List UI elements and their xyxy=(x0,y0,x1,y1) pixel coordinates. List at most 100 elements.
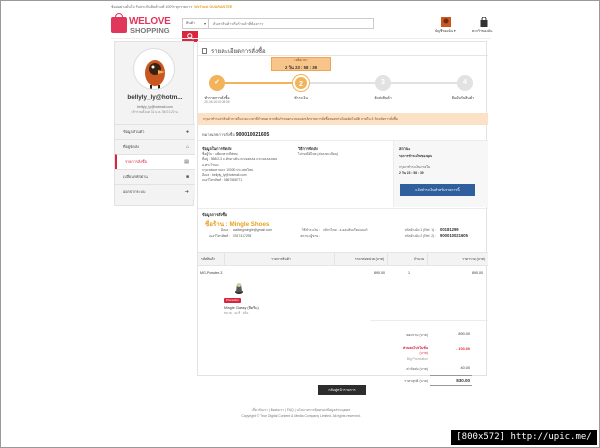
top-bar-text: ช้อปอย่างมั่นใจ รับประกันสินค้าแท้ 100% … xyxy=(111,5,193,9)
col-header-sku: รหัสสินค้า xyxy=(198,252,225,266)
sidebar-item-address[interactable]: ที่อยู่จัดส่ง ⌂ xyxy=(115,139,195,154)
timer-label: เหลือเวลา xyxy=(294,58,308,62)
footer-links[interactable]: เกี่ยวกับเรา | ติดต่อเรา | FAQ | นโยบายก… xyxy=(111,408,491,413)
notify-payment-button[interactable]: แจ้งชำระเงินสำหรับรายการนี้ xyxy=(400,184,475,196)
sidebar-item-label: เปลี่ยนรหัสผ่าน xyxy=(123,175,148,179)
sidebar-menu: ข้อมูลส่วนตัว ● ที่อยู่จัดส่ง ⌂ รายการสั… xyxy=(115,124,195,199)
cart-label[interactable]: ตะกร้าของฉัน xyxy=(472,29,492,34)
item-qty: 1 xyxy=(408,271,410,275)
search-input[interactable] xyxy=(213,19,371,28)
product-thumbnail[interactable] xyxy=(234,281,244,295)
user-name: bellyly_ly@hotm... xyxy=(127,94,183,101)
guarantee-badge[interactable]: WeTrust GUARANTEE xyxy=(194,5,232,9)
sidebar-item-profile[interactable]: ข้อมูลส่วนตัว ● xyxy=(115,124,195,139)
payment-status-box: สถานะ รอการชำระเงินของคุณ กรุณาชำระเงินภ… xyxy=(393,141,488,207)
image-host-watermark: [800x572] http://upic.me/ xyxy=(451,430,597,445)
user-icon: ● xyxy=(185,129,189,135)
status-text: รอการชำระเงินของคุณ xyxy=(399,154,433,158)
cart-icon[interactable] xyxy=(479,16,489,27)
total-top-rule xyxy=(430,375,472,376)
col-header-unit-price: ราคาต่อหน่วย (บาท) xyxy=(335,252,388,266)
col-header-total: ราคารวม (บาท) xyxy=(428,252,488,266)
user-avatar-icon xyxy=(441,17,451,27)
countdown-timer: เหลือเวลา 2 วัน 23 : 58 : 39 xyxy=(271,57,331,71)
order-number-value: 900010021605 xyxy=(235,132,270,138)
step-4-circle: 4 xyxy=(457,75,473,91)
deadline-label: กรุณาชำระเงินภายใน xyxy=(399,165,431,169)
top-bar: ช้อปอย่างมั่นใจ รับประกันสินค้าแท้ 100% … xyxy=(111,4,501,12)
sidebar-item-label: ออกจากระบบ xyxy=(123,190,146,194)
order-number: หมายเลขการสั่งซื้อ 900010021605 xyxy=(202,132,270,138)
ref1-value: 00181299 xyxy=(440,227,459,232)
shipping-method: ไปรษณีย์ไทย (ส่งลงทะเบียน) xyxy=(298,152,339,156)
pay-method: กสิกรไทย - ธ.ออมสินเรียบแบงก์ xyxy=(323,228,368,232)
order-detail-panel: รายละเอียดการสั่งซื้อ เหลือเวลา 2 วัน 23… xyxy=(197,41,488,386)
item-total: 890.00 xyxy=(472,271,483,275)
step-1-date: 20-06-2015 08:08 xyxy=(204,100,230,104)
shopping-bag-icon xyxy=(111,13,127,33)
step-3-circle: 3 xyxy=(375,75,391,91)
back-to-orders-button[interactable]: กลับสู่หน้ารายการ xyxy=(318,385,366,395)
divider xyxy=(370,320,488,321)
discount-unit: (บาท) xyxy=(419,351,428,355)
item-option: ขนาด : 42 สี : ครีม xyxy=(224,311,249,315)
seller-email: walkingmingle@gmail.com xyxy=(233,228,273,232)
shipping-fee-value: 40.00 xyxy=(460,366,470,370)
col-header-qty: จำนวน xyxy=(388,252,428,266)
step-2-label: ชำระเงิน xyxy=(294,96,308,100)
step-4-label: ยืนยันรับสินค้า xyxy=(451,96,475,100)
sidebar-item-logout[interactable]: ออกจากระบบ ➜ xyxy=(115,184,195,199)
page-frame: ช้อปอย่างมั่นใจ รับประกันสินค้าแท้ 100% … xyxy=(0,0,600,448)
sidebar-item-password[interactable]: เปลี่ยนรหัสผ่าน ■ xyxy=(115,169,195,184)
progress-track xyxy=(217,82,467,84)
search-bar: สินค้า xyxy=(182,18,374,29)
seller-email-label: อีเมล : xyxy=(220,228,230,232)
site-logo[interactable]: WELOVE SHOPPING xyxy=(109,13,173,37)
ref2-label: รหัสอ้างอิง 2 (Ref. 2) : xyxy=(404,234,436,238)
seller-phone: 0917417295 xyxy=(233,234,252,238)
bird-avatar-icon xyxy=(145,60,165,89)
payment-notice: กรุณาชำระค่าสินค้าภายในระยะเวลาที่กำหนด … xyxy=(198,113,488,125)
divider xyxy=(198,208,488,209)
progress-fill xyxy=(217,82,301,84)
shipping-fee-label: ค่าจัดส่ง (บาท) xyxy=(406,367,428,371)
grand-total-label: ราคาสุทธิ (บาท) xyxy=(404,379,428,383)
document-icon xyxy=(202,48,207,54)
item-unit-price: 890.00 xyxy=(374,271,385,275)
subtotal-value: 890.00 xyxy=(458,332,470,336)
cart-icon: ▤ xyxy=(184,159,189,165)
timer-value: 2 วัน 23 : 58 : 39 xyxy=(284,65,318,70)
item-sku: MG-Powder-3 xyxy=(200,271,223,275)
sidebar-item-label: รายการสั่งซื้อ xyxy=(125,160,147,164)
profile-avatar[interactable] xyxy=(133,48,175,90)
account-menu[interactable]: บัญชีของฉัน ▾ xyxy=(435,29,456,34)
shipping-info-body: ชื่อผู้รับ : แพ้ยกพวกลีฟพบ ที่อยู่ : 568… xyxy=(202,152,278,183)
deadline-value: 2 วัน 23 : 58 : 39 xyxy=(399,171,424,175)
step-3-label: จัดส่งสินค้า xyxy=(374,96,392,100)
sidebar-item-label: ที่อยู่จัดส่ง xyxy=(123,145,139,149)
step-2-circle: 2 xyxy=(293,75,309,91)
user-member-since: เข้าร่วมตั้งแต่ 31 ม.ค. 56 01:20 น. xyxy=(131,110,179,114)
promotion-badge: Promotion xyxy=(224,298,241,303)
logout-icon: ➜ xyxy=(184,189,189,195)
order-info-heading: ข้อมูลการสั่งซื้อ xyxy=(202,213,228,217)
promo-name: Big Promotion xyxy=(406,357,428,361)
status-heading: สถานะ xyxy=(399,147,411,151)
lock-icon: ■ xyxy=(185,174,189,180)
logo-line2: SHOPPING xyxy=(130,26,170,35)
seller-phone-label: เบอร์โทรศัพท์ : xyxy=(209,234,230,238)
pay-method-label: วิธีชำระเงิน : xyxy=(301,228,320,232)
discount-value: - 100.00 xyxy=(456,347,470,351)
sidebar-item-orders[interactable]: รายการสั่งซื้อ ▤ xyxy=(115,154,195,169)
account-avatar-icon[interactable] xyxy=(441,17,451,27)
account-sidebar: bellyly_ly@hotm... bellyly_ly@hotmail.co… xyxy=(114,41,195,206)
ref2-value: 900010021605 xyxy=(440,233,468,238)
title-divider xyxy=(198,55,488,56)
total-bottom-rule xyxy=(430,385,472,386)
col-header-item: รายการสินค้า xyxy=(225,252,335,266)
ref1-label: รหัสอ้างอิง 1 (Ref. 1) : xyxy=(404,228,436,232)
header-divider xyxy=(111,38,491,39)
search-category-select[interactable]: สินค้า xyxy=(183,19,209,28)
subtotal-label: ยอดรวม (บาท) xyxy=(406,333,428,337)
footer-copyright: Copyright © True Digital Content & Media… xyxy=(241,414,361,418)
